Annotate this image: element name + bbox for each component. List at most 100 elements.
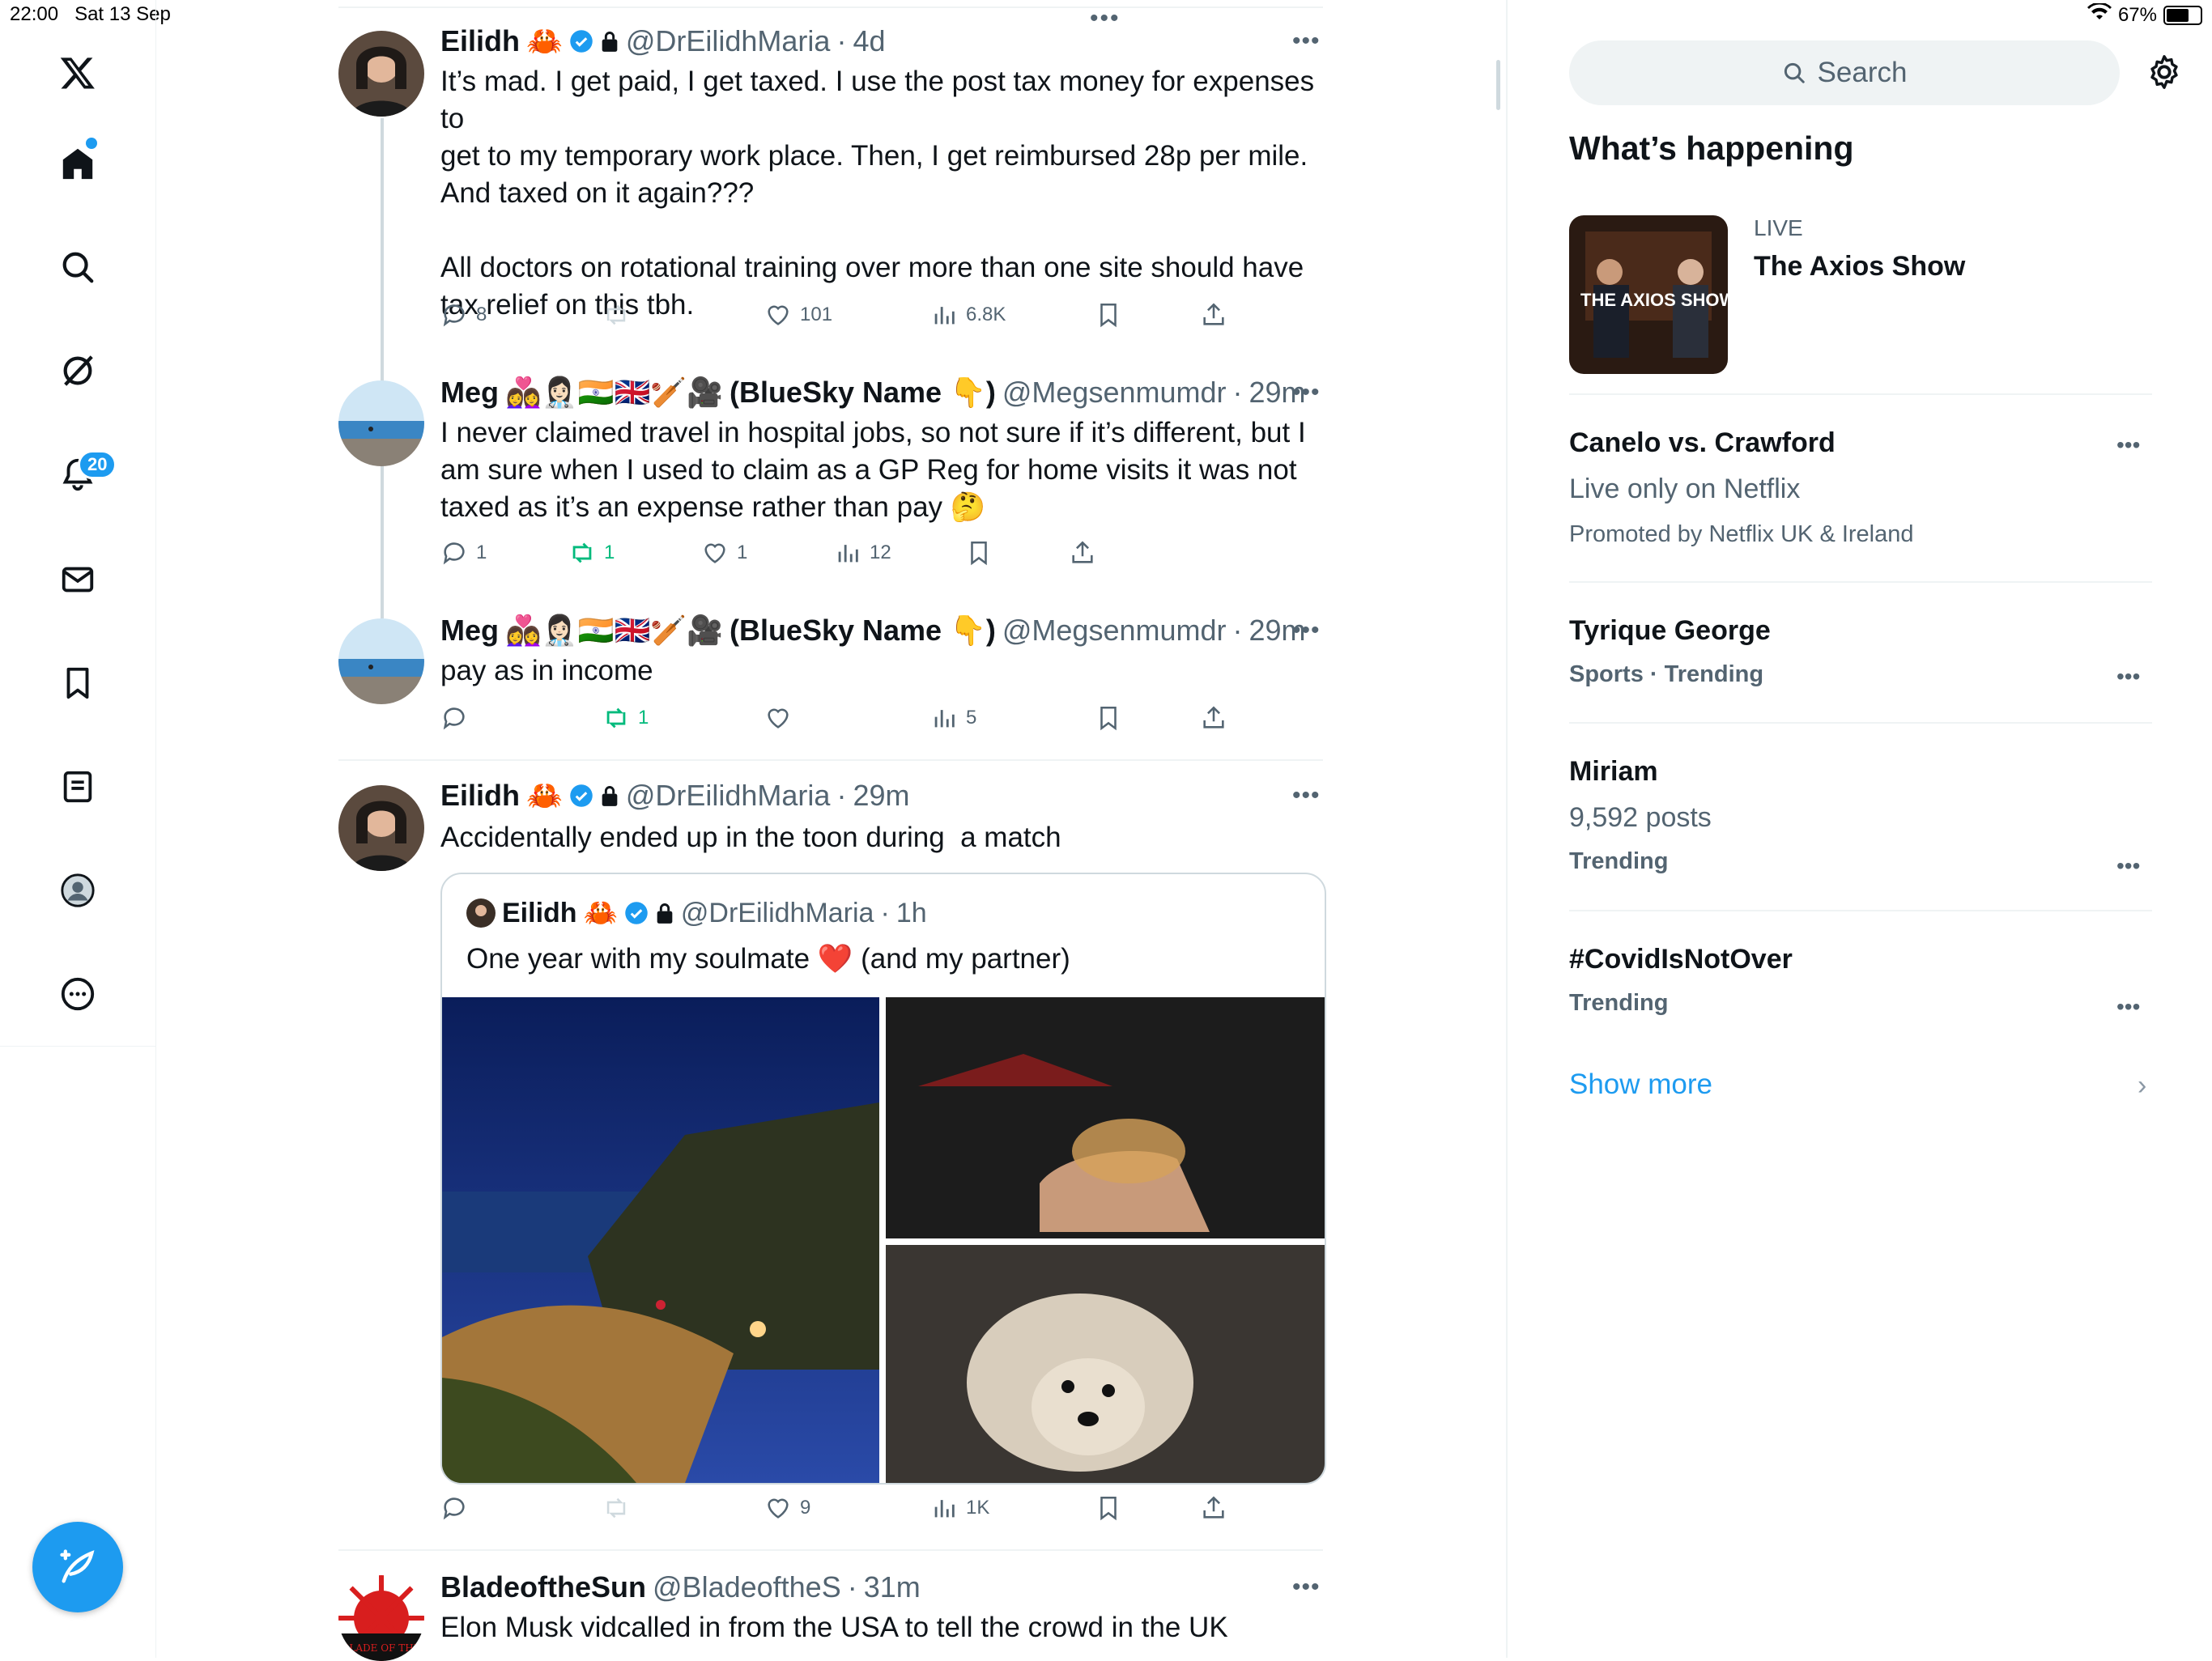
lock-icon — [602, 32, 618, 52]
photo-beach-night[interactable] — [442, 997, 879, 1483]
retweet-button[interactable]: 1 — [602, 704, 649, 732]
share-button[interactable] — [1200, 704, 1227, 732]
bookmark-button[interactable] — [965, 539, 993, 567]
trend-more-icon[interactable]: ••• — [2116, 664, 2140, 690]
grok-icon[interactable] — [49, 342, 107, 400]
search-input[interactable]: Search — [1569, 40, 2120, 105]
author-handle[interactable]: @Megsenmumdr — [1002, 376, 1227, 410]
trend-more-icon[interactable]: ••• — [2116, 853, 2140, 879]
home-unread-dot — [86, 138, 97, 149]
retweet-button[interactable] — [602, 301, 630, 329]
heart-icon — [704, 543, 725, 563]
post-more-icon[interactable]: ••• — [1292, 782, 1321, 809]
reply-button[interactable]: 8 — [440, 301, 487, 329]
share-button[interactable] — [1200, 301, 1227, 329]
avatar[interactable] — [338, 380, 424, 466]
views-button[interactable]: 5 — [930, 704, 976, 732]
scroll-handle-dots[interactable]: ••• — [1090, 5, 1121, 32]
reply-button[interactable] — [440, 704, 468, 732]
author-name[interactable]: Eilidh — [440, 779, 520, 813]
bookmarks-icon[interactable] — [49, 654, 107, 712]
like-button[interactable] — [764, 704, 792, 732]
post-more-icon[interactable]: ••• — [1292, 617, 1321, 644]
author-handle[interactable]: @DrEilidhMaria — [626, 779, 831, 813]
reply-button[interactable]: 1 — [440, 539, 487, 567]
x-logo-icon[interactable] — [49, 44, 107, 102]
heart-icon — [768, 305, 789, 325]
quoted-post[interactable]: Eilidh 🦀 @DrEilidhMaria · 1h One year wi… — [440, 873, 1326, 1485]
views-icon — [838, 545, 858, 563]
search-icon[interactable] — [49, 238, 107, 296]
avatar[interactable] — [338, 618, 424, 704]
views-button[interactable]: 12 — [834, 539, 891, 567]
chevron-right-icon[interactable]: › — [2138, 1070, 2146, 1102]
like-button[interactable]: 1 — [701, 539, 747, 567]
battery-icon — [2163, 5, 2202, 25]
post-more-icon[interactable]: ••• — [1292, 379, 1321, 406]
trend-title: Tyrique George — [1569, 615, 1771, 646]
trend-item[interactable]: Miriam 9,592 posts Trending — [1569, 756, 2152, 875]
show-more-link[interactable]: Show more — [1569, 1068, 1712, 1101]
post-actions: 8 101 6.8K — [440, 301, 1323, 333]
author-name[interactable]: Meg — [440, 614, 499, 648]
settings-gear-icon[interactable] — [2146, 53, 2183, 91]
post-actions: 1 1 1 12 — [440, 539, 1323, 571]
compose-post-button[interactable] — [32, 1522, 123, 1612]
live-thumbnail[interactable]: THE AXIOS SHOW — [1569, 215, 1728, 374]
retweet-icon — [572, 542, 592, 563]
live-label: LIVE — [1754, 215, 1803, 240]
post-text: It’s mad. I get paid, I get taxed. I use… — [440, 66, 1315, 321]
trend-more-icon[interactable]: ••• — [2116, 432, 2140, 458]
avatar[interactable] — [338, 31, 424, 117]
share-button[interactable] — [1069, 539, 1096, 567]
author-handle[interactable]: @Megsenmumdr — [1002, 614, 1227, 648]
thread-connector — [381, 118, 384, 618]
author-name[interactable]: BladeoftheSun — [440, 1570, 646, 1604]
share-button[interactable] — [1200, 1494, 1227, 1522]
post-more-icon[interactable]: ••• — [1292, 1574, 1321, 1601]
retweet-button[interactable] — [602, 1494, 630, 1522]
author-handle[interactable]: @DrEilidhMaria — [626, 24, 831, 58]
author-name[interactable]: Eilidh — [440, 24, 520, 58]
retweet-button[interactable]: 1 — [568, 539, 615, 567]
views-icon — [934, 710, 955, 728]
profile-icon[interactable] — [49, 861, 107, 920]
avatar[interactable] — [338, 785, 424, 871]
author-name[interactable]: Meg — [440, 376, 499, 410]
post-text: Accidentally ended up in the toon during… — [440, 822, 1061, 853]
views-button[interactable]: 1K — [930, 1494, 989, 1522]
photo-dog[interactable] — [886, 1245, 1325, 1483]
post-more-icon[interactable]: ••• — [1292, 28, 1321, 55]
bookmark-button[interactable] — [1095, 704, 1122, 732]
home-icon[interactable] — [49, 134, 107, 193]
author-handle[interactable]: @BladeoftheS — [653, 1570, 841, 1604]
trend-more-icon[interactable]: ••• — [2116, 994, 2140, 1020]
trend-item[interactable]: Tyrique George Sports · Trending — [1569, 615, 2152, 688]
bookmark-button[interactable] — [1095, 301, 1122, 329]
post-time[interactable]: 31m — [864, 1570, 921, 1604]
avatar-text: BLADE OF THE — [342, 1642, 421, 1654]
like-button[interactable]: 9 — [764, 1494, 810, 1522]
view-count: 12 — [870, 542, 891, 563]
tweet-header: Eilidh 🦀 @DrEilidhMaria · 4d — [440, 24, 885, 58]
avatar[interactable]: BLADE OF THE — [338, 1575, 424, 1661]
live-title[interactable]: The Axios Show — [1754, 251, 1965, 282]
reply-icon — [443, 304, 465, 327]
bookmark-button[interactable] — [1095, 1494, 1122, 1522]
scrollbar-thumb[interactable] — [1496, 60, 1500, 110]
views-button[interactable]: 6.8K — [930, 301, 1006, 329]
more-options-icon[interactable] — [49, 965, 107, 1023]
reply-button[interactable] — [440, 1494, 468, 1522]
bookmark-icon — [1100, 303, 1117, 328]
author-emoji: 🦀 — [526, 24, 563, 57]
post-time[interactable]: 4d — [853, 24, 885, 58]
photo-drink[interactable] — [886, 997, 1325, 1238]
battery-percent: 67% — [2117, 3, 2157, 26]
trend-item[interactable]: Canelo vs. Crawford Live only on Netflix… — [1569, 427, 2152, 548]
like-button[interactable]: 101 — [764, 301, 832, 329]
wifi-icon — [2087, 2, 2112, 27]
lists-icon[interactable] — [49, 758, 107, 816]
post-time[interactable]: 29m — [853, 779, 909, 813]
messages-icon[interactable] — [49, 550, 107, 609]
trend-item[interactable]: #CovidIsNotOver Trending — [1569, 944, 2152, 1017]
